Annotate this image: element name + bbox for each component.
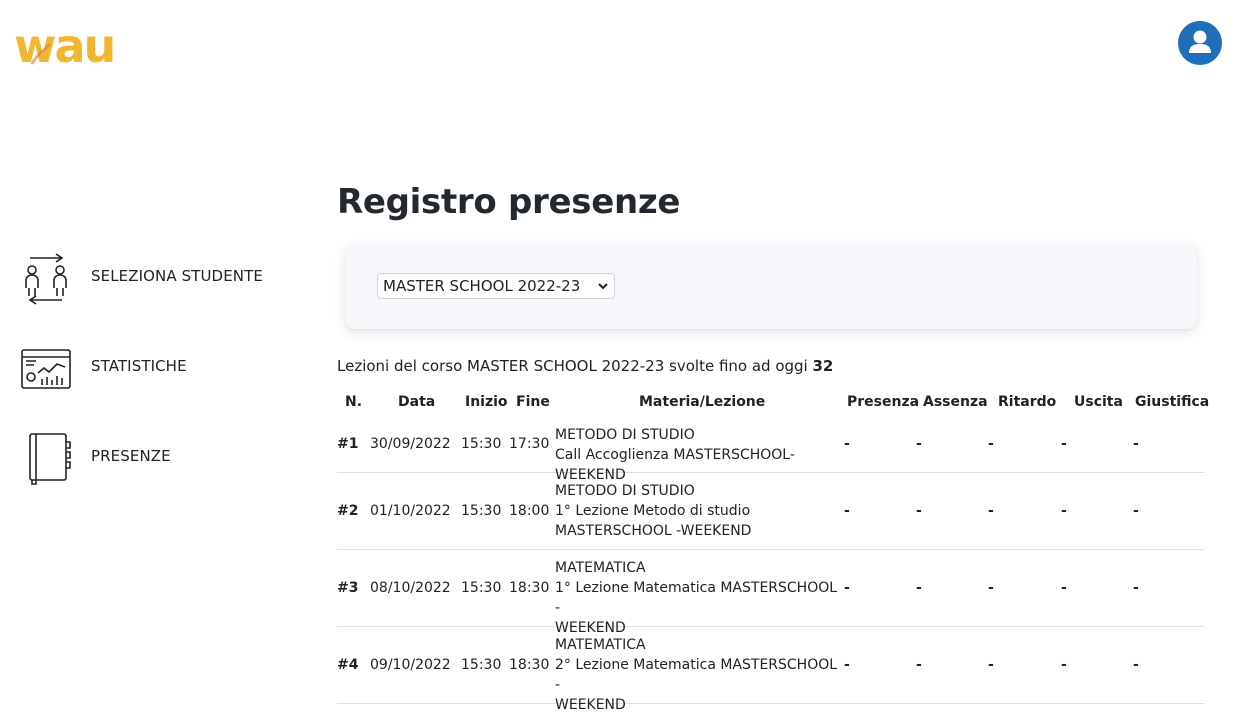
header-uscita: Uscita — [1074, 394, 1123, 410]
row-presenza: - — [844, 657, 850, 673]
header-assenza: Assenza — [923, 394, 988, 410]
row-start: 15:30 — [461, 503, 502, 519]
wau-logo[interactable]: wau — [14, 19, 144, 73]
row-end: 18:00 — [509, 503, 550, 519]
table-row: #4 09/10/2022 15:30 18:30 MATEMATICA 2° … — [337, 627, 1205, 713]
row-uscita: - — [1061, 436, 1067, 452]
row-lesson-line: 2° Lezione Matematica MASTERSCHOOL - — [555, 657, 838, 693]
sidebar-item-statistiche[interactable]: STATISTICHE — [20, 340, 300, 396]
row-lesson: METODO DI STUDIO 1° Lezione Metodo di st… — [555, 481, 845, 541]
row-ritardo: - — [988, 503, 994, 519]
row-presenza: - — [844, 580, 850, 596]
user-icon — [1189, 30, 1211, 53]
row-number: #4 — [337, 657, 359, 673]
row-giustifica: - — [1133, 657, 1139, 673]
row-lesson-line: MASTERSCHOOL -WEEKEND — [555, 523, 752, 539]
header-presenza: Presenza — [847, 394, 920, 410]
row-giustifica: - — [1133, 436, 1139, 452]
header-fine: Fine — [516, 394, 550, 410]
svg-text:wau: wau — [14, 22, 114, 68]
row-lesson-line: 1° Lezione Matematica MASTERSCHOOL - — [555, 580, 838, 616]
course-select[interactable]: MASTER SCHOOL 2022-23 — [377, 273, 615, 299]
row-ritardo: - — [988, 580, 994, 596]
row-number: #1 — [337, 436, 359, 452]
row-subject: METODO DI STUDIO — [555, 427, 695, 443]
row-ritardo: - — [988, 657, 994, 673]
row-date: 01/10/2022 — [370, 503, 451, 519]
row-uscita: - — [1061, 657, 1067, 673]
row-start: 15:30 — [461, 657, 502, 673]
row-date: 09/10/2022 — [370, 657, 451, 673]
sidebar-item-label: SELEZIONA STUDENTE — [91, 267, 263, 285]
lessons-summary: Lezioni del corso MASTER SCHOOL 2022-23 … — [337, 357, 833, 375]
row-assenza: - — [916, 657, 922, 673]
page-title: Registro presenze — [337, 182, 681, 222]
user-avatar-button[interactable] — [1178, 21, 1222, 65]
row-end: 18:30 — [509, 657, 550, 673]
row-lesson: MATEMATICA 1° Lezione Matematica MASTERS… — [555, 558, 845, 638]
course-filter-card: MASTER SCHOOL 2022-23 — [345, 243, 1197, 329]
header-n: N. — [345, 394, 363, 410]
row-start: 15:30 — [461, 436, 502, 452]
sidebar-item-label: PRESENZE — [91, 447, 171, 465]
header-materia: Materia/Lezione — [639, 394, 766, 410]
lessons-count: 32 — [812, 357, 834, 375]
row-date: 08/10/2022 — [370, 580, 451, 596]
row-presenza: - — [844, 436, 850, 452]
row-assenza: - — [916, 503, 922, 519]
row-lesson-line: 1° Lezione Metodo di studio — [555, 503, 751, 519]
row-assenza: - — [916, 436, 922, 452]
row-giustifica: - — [1133, 580, 1139, 596]
summary-text: Lezioni del corso MASTER SCHOOL 2022-23 … — [337, 357, 808, 375]
row-lesson: MATEMATICA 2° Lezione Matematica MASTERS… — [555, 635, 845, 715]
header-giustifica: Giustifica — [1135, 394, 1210, 410]
sidebar-item-seleziona-studente[interactable]: SELEZIONA STUDENTE — [20, 250, 300, 306]
course-select-value: MASTER SCHOOL 2022-23 — [383, 277, 581, 295]
students-swap-icon — [25, 253, 67, 305]
notebook-icon — [29, 433, 71, 485]
row-lesson-line: WEEKEND — [555, 697, 626, 713]
row-uscita: - — [1061, 503, 1067, 519]
sidebar-item-label: STATISTICHE — [91, 357, 187, 375]
row-ritardo: - — [988, 436, 994, 452]
row-start: 15:30 — [461, 580, 502, 596]
row-end: 18:30 — [509, 580, 550, 596]
row-subject: METODO DI STUDIO — [555, 483, 695, 499]
table-row: #1 30/09/2022 15:30 17:30 METODO DI STUD… — [337, 422, 1205, 483]
row-subject: MATEMATICA — [555, 560, 646, 576]
sidebar-item-presenze[interactable]: PRESENZE — [20, 430, 300, 486]
row-giustifica: - — [1133, 503, 1139, 519]
chevron-down-icon — [598, 283, 608, 290]
header-inizio: Inizio — [465, 394, 508, 410]
row-presenza: - — [844, 503, 850, 519]
row-end: 17:30 — [509, 436, 550, 452]
statistics-dashboard-icon — [21, 349, 71, 389]
row-uscita: - — [1061, 580, 1067, 596]
header-ritardo: Ritardo — [998, 394, 1057, 410]
table-row: #3 08/10/2022 15:30 18:30 MATEMATICA 1° … — [337, 550, 1205, 636]
row-subject: MATEMATICA — [555, 637, 646, 653]
row-date: 30/09/2022 — [370, 436, 451, 452]
row-assenza: - — [916, 580, 922, 596]
row-number: #2 — [337, 503, 359, 519]
table-row: #2 01/10/2022 15:30 18:00 METODO DI STUD… — [337, 473, 1205, 550]
row-number: #3 — [337, 580, 359, 596]
header-data: Data — [398, 394, 436, 410]
